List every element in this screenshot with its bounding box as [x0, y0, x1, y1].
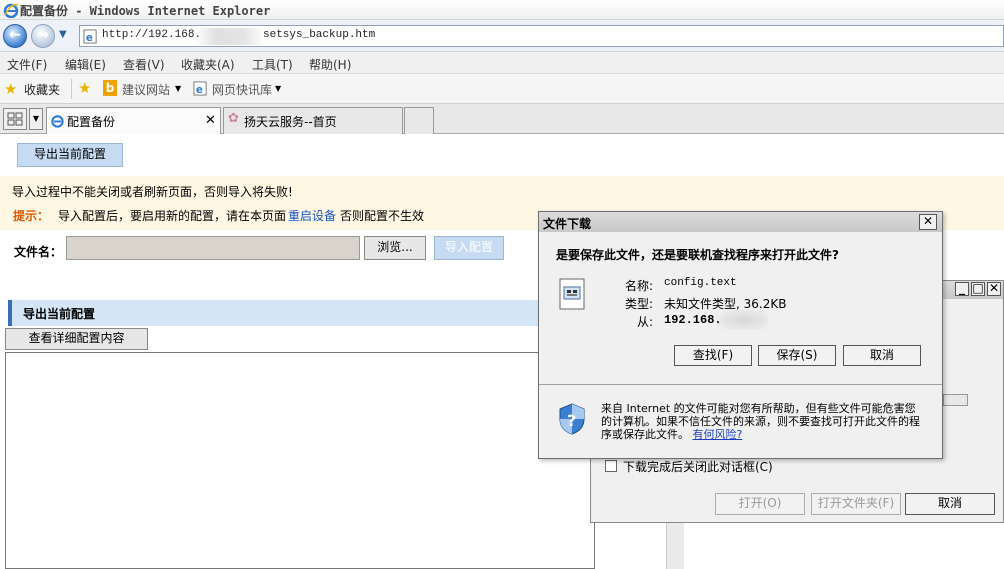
close-icon[interactable]: ✕: [919, 214, 937, 230]
chevron-down-icon[interactable]: ▼: [275, 84, 281, 93]
find-button[interactable]: 查找(F): [674, 345, 752, 366]
tab-bar: ▼ 配置备份 ✕ ✿ 扬天云服务--首页: [0, 104, 1004, 134]
address-bar[interactable]: e http://192.168. setsys_backup.htm: [79, 25, 1004, 47]
webslice-gallery[interactable]: 网页快讯库: [212, 81, 272, 98]
from-value: 192.168.: [664, 313, 722, 327]
bing-icon: b: [103, 80, 117, 96]
warning-text: 导入过程中不能关闭或者刷新页面，否则导入将失败!: [12, 185, 293, 199]
name-value: config.text: [664, 277, 737, 289]
menu-bar: 文件(F) 编辑(E) 查看(V) 收藏夹(A) 工具(T) 帮助(H): [0, 52, 1004, 74]
tip-end-text: 否则配置不生效: [340, 209, 425, 223]
tab-label: 扬天云服务--首页: [244, 115, 337, 129]
menu-favorites[interactable]: 收藏夹(A): [181, 56, 235, 73]
menu-edit[interactable]: 编辑(E): [65, 56, 106, 73]
close-icon[interactable]: ✕: [987, 282, 1001, 296]
close-on-complete-checkbox[interactable]: [605, 460, 617, 472]
ie-page-icon: [51, 115, 64, 128]
suggested-sites[interactable]: 建议网站: [122, 81, 170, 98]
import-config-button[interactable]: 导入配置: [434, 236, 504, 260]
open-button[interactable]: 打开(O): [715, 493, 805, 515]
export-config-button[interactable]: 导出当前配置: [17, 143, 123, 167]
config-textarea[interactable]: [5, 352, 595, 569]
menu-tools[interactable]: 工具(T): [252, 56, 293, 73]
cancel-button[interactable]: 取消: [843, 345, 921, 366]
star-icon: ★: [4, 80, 18, 98]
ie-logo-icon: [3, 3, 19, 18]
from-label: 从:: [637, 315, 654, 329]
address-row: ← → ▼ e http://192.168. setsys_backup.ht…: [0, 20, 1004, 52]
add-favorite-icon[interactable]: ★: [78, 79, 91, 97]
svg-text:e: e: [86, 32, 93, 44]
window-titlebar: 配置备份 - Windows Internet Explorer: [0, 0, 1004, 20]
tip-text: 导入配置后，要启用新的配置，请在本页面: [58, 209, 287, 223]
favorites-bar: ★ 收藏夹 ★ b 建议网站 ▼ e 网页快讯库 ▼: [0, 74, 1004, 104]
checkbox-label: 下载完成后关闭此对话框(C): [623, 460, 773, 474]
forward-button[interactable]: →: [31, 24, 55, 48]
back-arrow-icon: ←: [9, 27, 21, 43]
window-title: 配置备份 - Windows Internet Explorer: [20, 4, 271, 18]
chevron-down-icon[interactable]: ▼: [175, 84, 181, 93]
history-dropdown-icon[interactable]: ▼: [59, 29, 67, 40]
scrollbar[interactable]: [666, 515, 684, 569]
file-download-dialog: 文件下载 ✕ 是要保存此文件，还是要联机查找程序来打开此文件? 名称: conf…: [538, 211, 943, 459]
url-suffix: setsys_backup.htm: [263, 29, 376, 41]
svg-text:e: e: [196, 84, 203, 96]
new-tab-button[interactable]: [404, 107, 434, 134]
open-folder-button[interactable]: 打开文件夹(F): [811, 493, 901, 515]
progress-bar: [943, 394, 968, 406]
type-label: 类型:: [625, 297, 654, 311]
divider: [71, 79, 72, 99]
shield-icon: ?: [559, 403, 585, 435]
tip-label: 提示：: [13, 209, 50, 223]
view-config-button[interactable]: 查看详细配置内容: [5, 328, 148, 350]
redacted-segment: [719, 310, 769, 330]
warning-text: 来自 Internet 的文件可能对您有所帮助，但有些文件可能危害您的计算机。如…: [601, 402, 920, 441]
section-header: 导出当前配置: [8, 300, 568, 326]
back-button[interactable]: ←: [3, 24, 27, 48]
menu-view[interactable]: 查看(V): [123, 56, 165, 73]
close-tab-icon[interactable]: ✕: [205, 113, 216, 128]
tab-list-dropdown[interactable]: ▼: [29, 108, 43, 130]
file-name-input[interactable]: [66, 236, 360, 260]
maximize-button[interactable]: □: [971, 282, 985, 296]
tab-label: 配置备份: [67, 115, 116, 129]
svg-text:?: ?: [567, 411, 576, 430]
quick-tabs-icon: [7, 112, 23, 126]
risk-link[interactable]: 有何风险?: [693, 428, 743, 441]
url-prefix: http://192.168.: [102, 29, 202, 41]
security-warning: 来自 Internet 的文件可能对您有所帮助，但有些文件可能危害您的计算机。如…: [601, 402, 921, 441]
restart-device-link[interactable]: 重启设备: [288, 207, 336, 224]
forward-arrow-icon: →: [37, 27, 49, 43]
file-icon: [559, 278, 585, 310]
dialog-divider: [539, 384, 942, 385]
dialog-titlebar: 文件下载: [539, 212, 942, 232]
section-title: 导出当前配置: [23, 307, 96, 321]
minimize-button[interactable]: _: [955, 282, 969, 296]
redacted-segment: [195, 28, 265, 45]
cancel-button[interactable]: 取消: [905, 493, 995, 515]
site-icon: ✿: [228, 111, 239, 126]
quick-tabs-button[interactable]: [3, 108, 27, 130]
dialog-title: 文件下载: [543, 217, 592, 231]
page-icon: e: [83, 29, 97, 44]
favorites-button[interactable]: 收藏夹: [24, 81, 60, 98]
tab-cloud-service[interactable]: ✿ 扬天云服务--首页: [223, 107, 403, 134]
tab-config-backup[interactable]: 配置备份 ✕: [46, 107, 221, 134]
name-label: 名称:: [625, 279, 654, 293]
webslice-icon: e: [193, 81, 207, 96]
browse-button[interactable]: 浏览...: [364, 236, 426, 260]
save-button[interactable]: 保存(S): [758, 345, 836, 366]
menu-help[interactable]: 帮助(H): [309, 56, 351, 73]
file-name-label: 文件名：: [14, 245, 63, 259]
dialog-question: 是要保存此文件，还是要联机查找程序来打开此文件?: [556, 248, 839, 262]
menu-file[interactable]: 文件(F): [7, 56, 47, 73]
